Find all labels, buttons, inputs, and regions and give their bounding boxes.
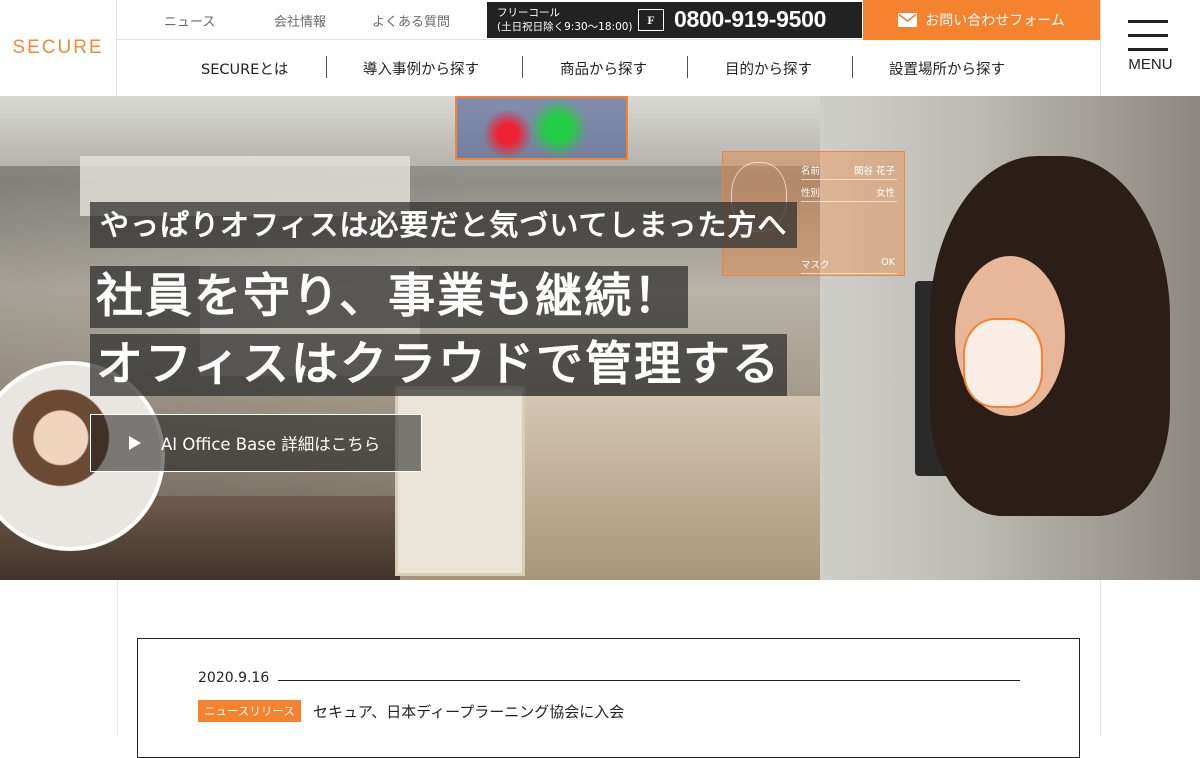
main-nav: SECUREとは 導入事例から探す 商品から探す 目的から探す 設置場所から探す [117,40,1100,96]
face-panel-row: マスク OK [801,252,897,274]
face-panel-row: 性別 女性 [801,180,897,202]
face-panel-value: OK [881,257,895,268]
hero-headline-line-2: オフィスはクラウドで管理する [90,334,788,396]
phone-number[interactable]: 0800-919-9500 [674,6,826,33]
hero-banner: 名前 関谷 花子 性別 女性 マスク OK やっぱりオフィスは必要だと気づいてし… [0,96,1200,580]
ai-office-base-button[interactable]: AI Office Base 詳細はこちら [90,414,422,472]
news-box: 2020.9.16 ニュースリリース セキュア、日本ディープラーニング協会に入会 [137,638,1080,758]
menu-icon [1128,48,1168,51]
util-link-news[interactable]: ニュース [164,11,215,30]
hero-tagline: やっぱりオフィスは必要だと気づいてしまった方へ [90,202,798,248]
layout-line [117,580,118,735]
news-date: 2020.9.16 [198,670,270,686]
utility-bar: ニュース 会社情報 よくある質問 フリーコール (土日祝日除く9:30〜18:0… [117,0,1100,40]
util-link-faq[interactable]: よくある質問 [372,11,450,30]
site-header: SECURE ニュース 会社情報 よくある質問 フリーコール (土日祝日除く9:… [0,0,1200,96]
face-panel-row: 名前 関谷 花子 [801,158,897,180]
face-panel-key: 名前 [801,166,821,177]
news-category-badge: ニュースリリース [198,700,301,722]
hero-photo-mask [963,318,1043,408]
play-icon [129,436,141,450]
logo: SECURE [12,37,104,58]
contact-form-label: お問い合わせフォーム [925,13,1065,29]
nav-divider [687,56,688,78]
menu-icon [1128,20,1168,23]
news-section: 2020.9.16 ニュースリリース セキュア、日本ディープラーニング協会に入会 [0,580,1200,758]
news-divider [278,680,1020,681]
hero-headline-line-1: 社員を守り、事業も継続！ [90,266,689,328]
freecall-badge-icon: F [638,9,664,31]
menu-icon [1128,34,1168,37]
face-panel-key: マスク [801,260,830,271]
nav-divider [326,56,327,78]
menu-button[interactable]: MENU [1100,0,1200,96]
nav-item-location[interactable]: 設置場所から探す [889,58,1005,79]
nav-item-about[interactable]: SECUREとは [201,58,288,79]
nav-item-cases[interactable]: 導入事例から探す [363,58,479,79]
nav-item-products[interactable]: 商品から探す [560,58,647,79]
util-link-company[interactable]: 会社情報 [274,11,326,30]
nav-divider [522,56,523,78]
menu-label: MENU [1128,56,1173,73]
news-title-link[interactable]: セキュア、日本ディープラーニング協会に入会 [313,701,624,722]
mail-icon [898,13,918,27]
heatmap-overlay [455,96,628,160]
cta-label: AI Office Base 詳細はこちら [161,435,381,454]
nav-item-purpose[interactable]: 目的から探す [725,58,812,79]
face-panel-value: 関谷 花子 [853,166,895,177]
freecall-label: フリーコール [497,7,560,19]
freecall-box[interactable]: フリーコール (土日祝日除く9:30〜18:00) F 0800-919-950… [487,2,862,38]
face-panel-key: 性別 [801,188,821,199]
freecall-hours: (土日祝日除く9:30〜18:00) [497,21,633,33]
nav-divider [852,56,853,78]
logo-link[interactable]: SECURE [0,0,117,96]
contact-form-button[interactable]: お問い合わせフォーム [863,0,1100,40]
freecall-note: フリーコール (土日祝日除く9:30〜18:00) [497,6,633,34]
face-panel-value: 女性 [875,188,895,199]
layout-line [1100,580,1101,735]
